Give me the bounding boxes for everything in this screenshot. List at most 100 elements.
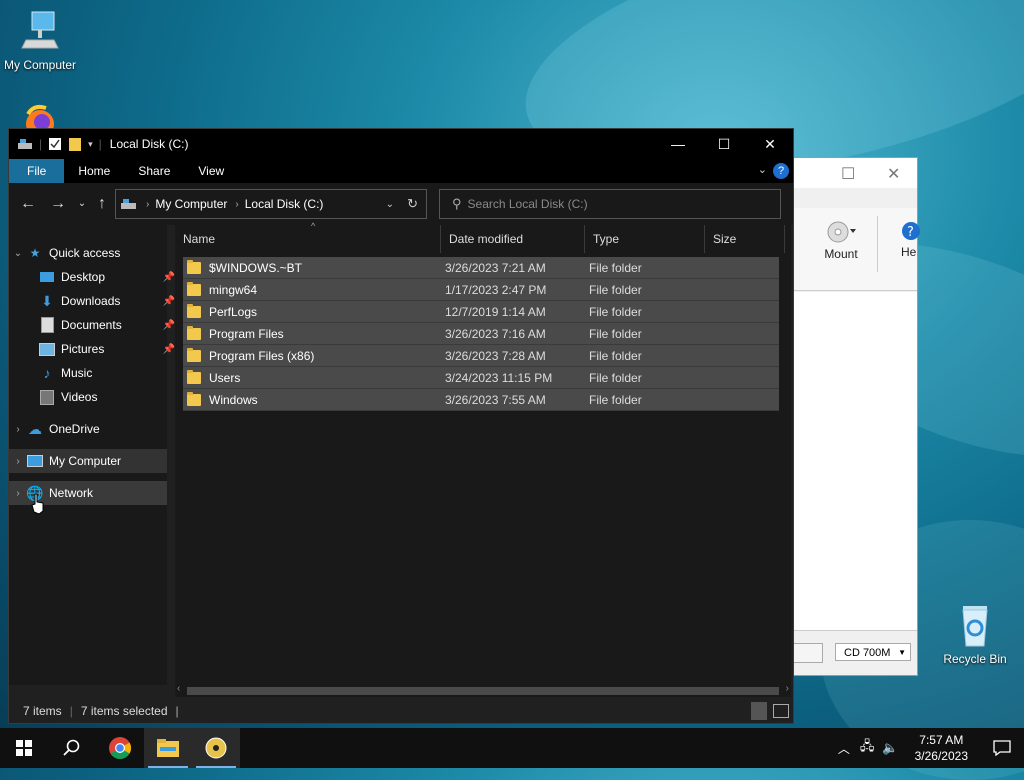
- close-icon[interactable]: ✕: [887, 164, 900, 184]
- nav-item-desktop[interactable]: Desktop 📌: [9, 265, 179, 289]
- nav-item-quick-access[interactable]: ⌄ ★ Quick access: [9, 241, 167, 265]
- file-name: $WINDOWS.~BT: [209, 260, 303, 275]
- recent-locations-button[interactable]: ⌄: [71, 193, 93, 215]
- nav-item-my-computer[interactable]: › My Computer: [9, 449, 167, 473]
- help-button[interactable]: ? He: [901, 220, 921, 259]
- file-explorer-window[interactable]: | ▾ | Local Disk (C:) — ☐ ✕ File Home Sh…: [8, 128, 794, 724]
- nav-item-onedrive[interactable]: › ☁ OneDrive: [9, 417, 167, 441]
- clock-time: 7:57 AM: [919, 733, 964, 747]
- file-row[interactable]: Windows 3/26/2023 7:55 AM File folder: [183, 389, 779, 411]
- clock[interactable]: 7:57 AM 3/26/2023: [915, 732, 968, 764]
- download-icon: ⬇: [41, 292, 53, 309]
- nav-item-label: Documents: [61, 318, 122, 332]
- chevron-up-icon[interactable]: ︿: [838, 740, 850, 757]
- taskbar-disk-tool[interactable]: [192, 728, 240, 768]
- file-type: File folder: [589, 282, 642, 297]
- address-dropdown-icon[interactable]: ⌄: [386, 199, 394, 210]
- refresh-icon[interactable]: ↻: [407, 196, 418, 212]
- drive-icon: [121, 199, 136, 209]
- customize-toolbar-icon[interactable]: ▾: [88, 139, 93, 150]
- scrollbar-thumb[interactable]: [187, 687, 779, 695]
- maximize-icon[interactable]: ☐: [841, 164, 855, 184]
- chrome-icon: [109, 737, 131, 759]
- column-header-name[interactable]: Name: [175, 225, 441, 253]
- nav-item-downloads[interactable]: ⬇ Downloads 📌: [9, 289, 179, 313]
- file-row[interactable]: $WINDOWS.~BT 3/26/2023 7:21 AM File fold…: [183, 257, 779, 279]
- column-header-size[interactable]: Size: [705, 225, 785, 253]
- title-bar[interactable]: | ▾ | Local Disk (C:) — ☐ ✕: [9, 129, 793, 159]
- properties-icon[interactable]: [48, 137, 62, 151]
- nav-item-music[interactable]: ♪ Music: [9, 361, 179, 385]
- address-bar[interactable]: › My Computer › Local Disk (C:) ⌄ ↻: [115, 189, 427, 219]
- help-icon: ?: [902, 222, 920, 240]
- file-row[interactable]: Users 3/24/2023 11:15 PM File folder: [183, 367, 779, 389]
- pin-icon: 📌: [162, 295, 175, 307]
- new-folder-icon[interactable]: [68, 137, 82, 151]
- desktop-icon-my-computer[interactable]: My Computer: [0, 10, 80, 72]
- chevron-right-icon[interactable]: ›: [9, 456, 27, 467]
- nav-item-pictures[interactable]: Pictures 📌: [9, 337, 179, 361]
- nav-item-label: Desktop: [61, 270, 106, 284]
- column-headers: Name Date modified Type Size: [175, 225, 791, 253]
- tab-share[interactable]: Share: [124, 159, 184, 183]
- file-date: 1/17/2023 2:47 PM: [445, 282, 547, 297]
- taskbar-file-explorer[interactable]: [144, 728, 192, 768]
- chevron-right-icon[interactable]: ›: [9, 488, 27, 499]
- folder-icon: [187, 259, 201, 274]
- scroll-left-icon[interactable]: ‹: [177, 683, 180, 694]
- maximize-button[interactable]: ☐: [701, 129, 747, 159]
- mount-button[interactable]: Mount: [819, 220, 863, 261]
- hand-cursor-icon: [31, 493, 44, 515]
- up-button[interactable]: ↑: [91, 193, 113, 215]
- chevron-right-icon[interactable]: ›: [9, 424, 27, 435]
- file-type: File folder: [589, 326, 642, 341]
- desktop-icon-recycle-bin[interactable]: Recycle Bin: [935, 602, 1015, 666]
- large-icons-view-icon[interactable]: [773, 704, 789, 718]
- back-button[interactable]: ←: [17, 193, 39, 215]
- action-center-button[interactable]: [980, 728, 1024, 768]
- tab-home[interactable]: Home: [64, 159, 124, 183]
- windows-icon: [16, 740, 32, 756]
- minimize-button[interactable]: —: [655, 129, 701, 159]
- help-icon[interactable]: ?: [773, 163, 789, 179]
- cd-size-select[interactable]: CD 700M ▼: [835, 643, 911, 661]
- horizontal-scrollbar[interactable]: ‹ ›: [175, 683, 791, 697]
- file-row[interactable]: PerfLogs 12/7/2019 1:14 AM File folder: [183, 301, 779, 323]
- desktop-icon-label: Recycle Bin: [943, 652, 1007, 666]
- scroll-right-icon[interactable]: ›: [786, 683, 789, 694]
- ribbon-expand-icon[interactable]: ⌄: [758, 163, 767, 176]
- nav-item-videos[interactable]: Videos: [9, 385, 179, 409]
- close-button[interactable]: ✕: [747, 129, 793, 159]
- file-row[interactable]: mingw64 1/17/2023 2:47 PM File folder: [183, 279, 779, 301]
- file-row[interactable]: Program Files 3/26/2023 7:16 AM File fol…: [183, 323, 779, 345]
- background-window[interactable]: ☐ ✕ Mount ? He CD 700M ▼: [790, 157, 921, 676]
- item-count: 7 items: [23, 704, 62, 718]
- column-header-type[interactable]: Type: [585, 225, 705, 253]
- folder-icon: [187, 369, 201, 384]
- breadcrumb-my-computer[interactable]: My Computer: [155, 197, 227, 211]
- taskbar-chrome[interactable]: [96, 728, 144, 768]
- selected-count: 7 items selected: [80, 704, 168, 718]
- ribbon-tabs: File Home Share View ⌄ ?: [9, 159, 793, 183]
- nav-item-documents[interactable]: Documents 📌: [9, 313, 179, 337]
- search-button[interactable]: [48, 728, 96, 768]
- start-button[interactable]: [0, 728, 48, 768]
- videos-icon: [39, 389, 55, 405]
- mount-label: Mount: [824, 247, 858, 261]
- search-box[interactable]: ⚲ Search Local Disk (C:): [439, 189, 781, 219]
- tab-file[interactable]: File: [9, 159, 65, 183]
- file-date: 3/24/2023 11:15 PM: [445, 370, 553, 385]
- file-date: 12/7/2019 1:14 AM: [445, 304, 546, 319]
- tab-view[interactable]: View: [184, 159, 238, 183]
- folder-icon: [187, 325, 201, 340]
- details-view-icon[interactable]: [751, 702, 767, 720]
- quick-access-toolbar: | ▾ |: [9, 137, 102, 151]
- column-header-date[interactable]: Date modified: [441, 225, 585, 253]
- network-status-icon[interactable]: 🖧: [860, 737, 875, 759]
- file-date: 3/26/2023 7:55 AM: [445, 392, 546, 407]
- file-row[interactable]: Program Files (x86) 3/26/2023 7:28 AM Fi…: [183, 345, 779, 367]
- breadcrumb-local-disk[interactable]: Local Disk (C:): [245, 197, 324, 211]
- volume-icon[interactable]: 🔈: [882, 740, 898, 756]
- forward-button[interactable]: →: [47, 193, 69, 215]
- chevron-down-icon[interactable]: ⌄: [9, 248, 27, 259]
